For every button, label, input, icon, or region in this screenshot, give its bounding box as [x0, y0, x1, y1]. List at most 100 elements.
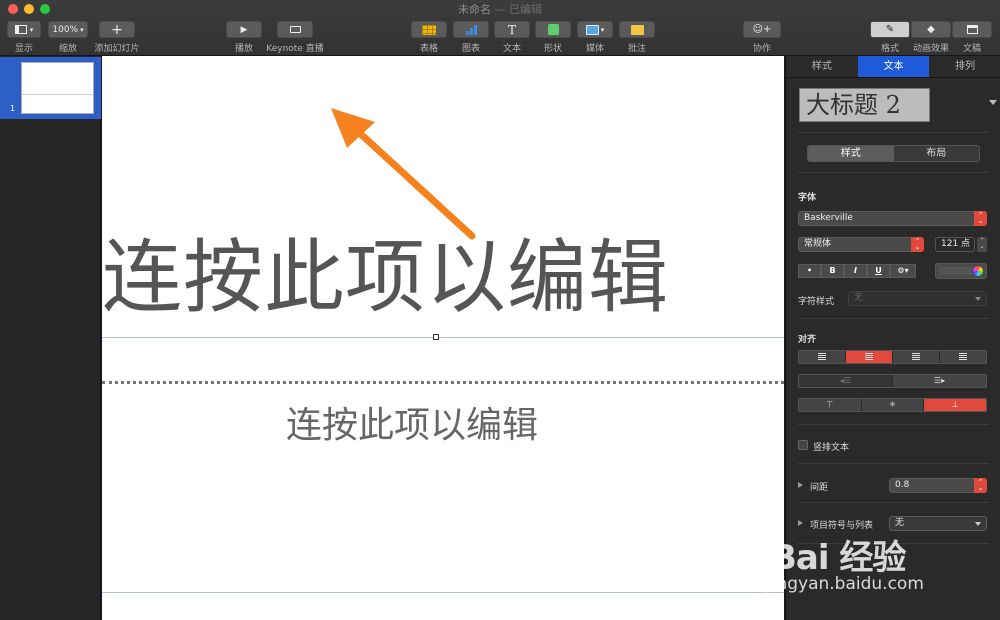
animate-label: 动画效果	[912, 44, 949, 54]
horizontal-alignment-control	[798, 350, 987, 364]
media-button-body[interactable]: ▾	[577, 21, 613, 38]
format-button-body[interactable]: ✎	[870, 21, 910, 38]
view-button[interactable]: ▾ 显示	[6, 21, 42, 54]
slide-canvas[interactable]: 连按此项以编辑 连按此项以编辑	[102, 56, 784, 620]
italic-button[interactable]: I	[844, 264, 867, 278]
text-options-button[interactable]: ⚙▾	[890, 264, 916, 278]
text-color-well[interactable]	[935, 263, 987, 279]
bullets-popup[interactable]: 无	[889, 516, 987, 531]
animate-button-body[interactable]: ◆	[911, 21, 951, 38]
media-button[interactable]: ▾ 媒体	[577, 21, 613, 54]
play-button[interactable]: ▶ 播放	[226, 21, 262, 54]
divider	[798, 502, 989, 503]
media-label: 媒体	[585, 44, 604, 54]
bullets-value: 无	[895, 518, 905, 528]
spacing-disclosure-icon[interactable]	[798, 482, 803, 488]
align-right-button[interactable]	[893, 351, 940, 363]
table-button-body[interactable]	[411, 21, 447, 38]
spacing-popup[interactable]: 0.8 ⌃ ⌄	[889, 478, 987, 493]
align-top-button[interactable]: ⊤	[799, 399, 862, 411]
chart-button-body[interactable]	[453, 21, 489, 38]
layout-subtab[interactable]: 布局	[893, 146, 979, 161]
color-wheel-icon[interactable]	[973, 266, 983, 276]
align-middle-button[interactable]: ✳	[861, 399, 925, 411]
toolbar: 未命名 — 已编辑 ▾ 显示 100% ▾ 缩放 + 添加幻灯片 ▶ 播放 Ke…	[0, 0, 1000, 56]
title-box-border	[102, 337, 784, 338]
collaborate-button-body[interactable]: ☺+	[743, 21, 781, 38]
add-slide-button-body[interactable]: +	[99, 21, 135, 38]
tab-text[interactable]: 文本	[857, 56, 930, 77]
tab-arrange[interactable]: 排列	[929, 56, 1000, 77]
char-style-popup: 无	[848, 291, 987, 306]
comment-label: 批注	[627, 44, 646, 54]
paragraph-style-chevron-icon[interactable]	[989, 100, 997, 105]
table-button[interactable]: 表格	[411, 21, 447, 54]
document-button-body[interactable]	[952, 21, 992, 38]
view-button-body[interactable]: ▾	[7, 21, 41, 38]
plus-icon: +	[111, 21, 123, 38]
align-bottom-button[interactable]: ⊥	[924, 399, 986, 411]
style-subtab[interactable]: 样式	[808, 146, 894, 161]
document-icon	[966, 25, 978, 34]
align-center-button[interactable]	[846, 351, 893, 363]
slide-title-text[interactable]: 连按此项以编辑	[102, 218, 784, 338]
text-button-body[interactable]: T	[494, 21, 530, 38]
increase-indent-button[interactable]: ☰▸	[893, 375, 986, 387]
shape-button-body[interactable]	[535, 21, 571, 38]
play-button-body[interactable]: ▶	[226, 21, 262, 38]
collaborate-button[interactable]: ☺+ 协作	[743, 21, 781, 54]
slide-navigator: 1	[0, 56, 101, 620]
typeface-popup[interactable]: 常规体 ⌃ ⌄	[798, 237, 924, 252]
thumbnail-divider	[22, 94, 93, 95]
keynote-live-button[interactable]: Keynote 直播	[264, 21, 326, 54]
vertical-text-label: 竖排文本	[813, 443, 850, 453]
align-left-button[interactable]	[799, 351, 846, 363]
slide-thumbnail[interactable]	[21, 62, 94, 114]
comment-button-body[interactable]	[619, 21, 655, 38]
font-size-stepper[interactable]: ⌃ ⌄	[977, 237, 987, 252]
chevron-down-icon	[975, 522, 981, 526]
align-right-icon	[912, 353, 920, 360]
char-style-value: 无	[854, 293, 864, 303]
zoom-popup[interactable]: 100% ▾	[48, 21, 88, 38]
divider	[798, 463, 989, 464]
indent-icon: ☰▸	[933, 376, 946, 385]
text-color-swatch[interactable]	[939, 267, 972, 275]
paintbrush-icon: ✎	[885, 24, 895, 35]
zoom-value: 100%	[52, 24, 79, 35]
chevron-down-icon: ▾	[80, 25, 84, 34]
tab-style[interactable]: 样式	[786, 56, 858, 77]
paragraph-style-preview[interactable]: 大标题 2	[799, 88, 930, 122]
bold-button[interactable]: B	[821, 264, 844, 278]
format-button[interactable]: ✎ 格式	[870, 21, 910, 54]
chart-button[interactable]: 图表	[453, 21, 489, 54]
font-size-field[interactable]: 121 点	[935, 237, 975, 252]
collaborate-icon: ☺+	[752, 24, 772, 35]
body-placeholder-border	[102, 381, 784, 384]
spacing-label: 间距	[810, 483, 829, 493]
chevron-down-icon	[975, 297, 981, 301]
watermark-url: jingyan.baidu.com	[767, 574, 924, 594]
comment-button[interactable]: 批注	[619, 21, 655, 54]
slide-body-text[interactable]: 连按此项以编辑	[102, 396, 722, 448]
text-button[interactable]: T 文本	[494, 21, 530, 54]
animate-button[interactable]: ◆ 动画效果	[911, 21, 951, 54]
view-label: 显示	[14, 44, 33, 54]
slide-thumbnail-selected[interactable]: 1	[0, 57, 101, 119]
divider	[798, 318, 989, 319]
document-button[interactable]: 文稿	[952, 21, 992, 54]
chevron-down-icon: ▾	[29, 25, 34, 34]
add-slide-button[interactable]: + 添加幻灯片	[94, 21, 140, 54]
zoom-control[interactable]: 100% ▾ 缩放	[48, 21, 88, 54]
justify-button[interactable]	[940, 351, 986, 363]
decrease-indent-button[interactable]: ◂☰	[799, 375, 893, 387]
keynote-live-button-body[interactable]	[277, 21, 313, 38]
underline-button[interactable]: U	[867, 264, 890, 278]
font-section-label: 字体	[798, 193, 817, 203]
bullets-disclosure-icon[interactable]	[798, 520, 803, 526]
selection-handle[interactable]	[433, 334, 439, 340]
font-family-popup[interactable]: Baskerville ⌃ ⌄	[798, 211, 987, 226]
shape-button[interactable]: 形状	[535, 21, 571, 54]
vertical-text-checkbox[interactable]	[798, 440, 808, 450]
bullet-button[interactable]: •	[798, 264, 821, 278]
